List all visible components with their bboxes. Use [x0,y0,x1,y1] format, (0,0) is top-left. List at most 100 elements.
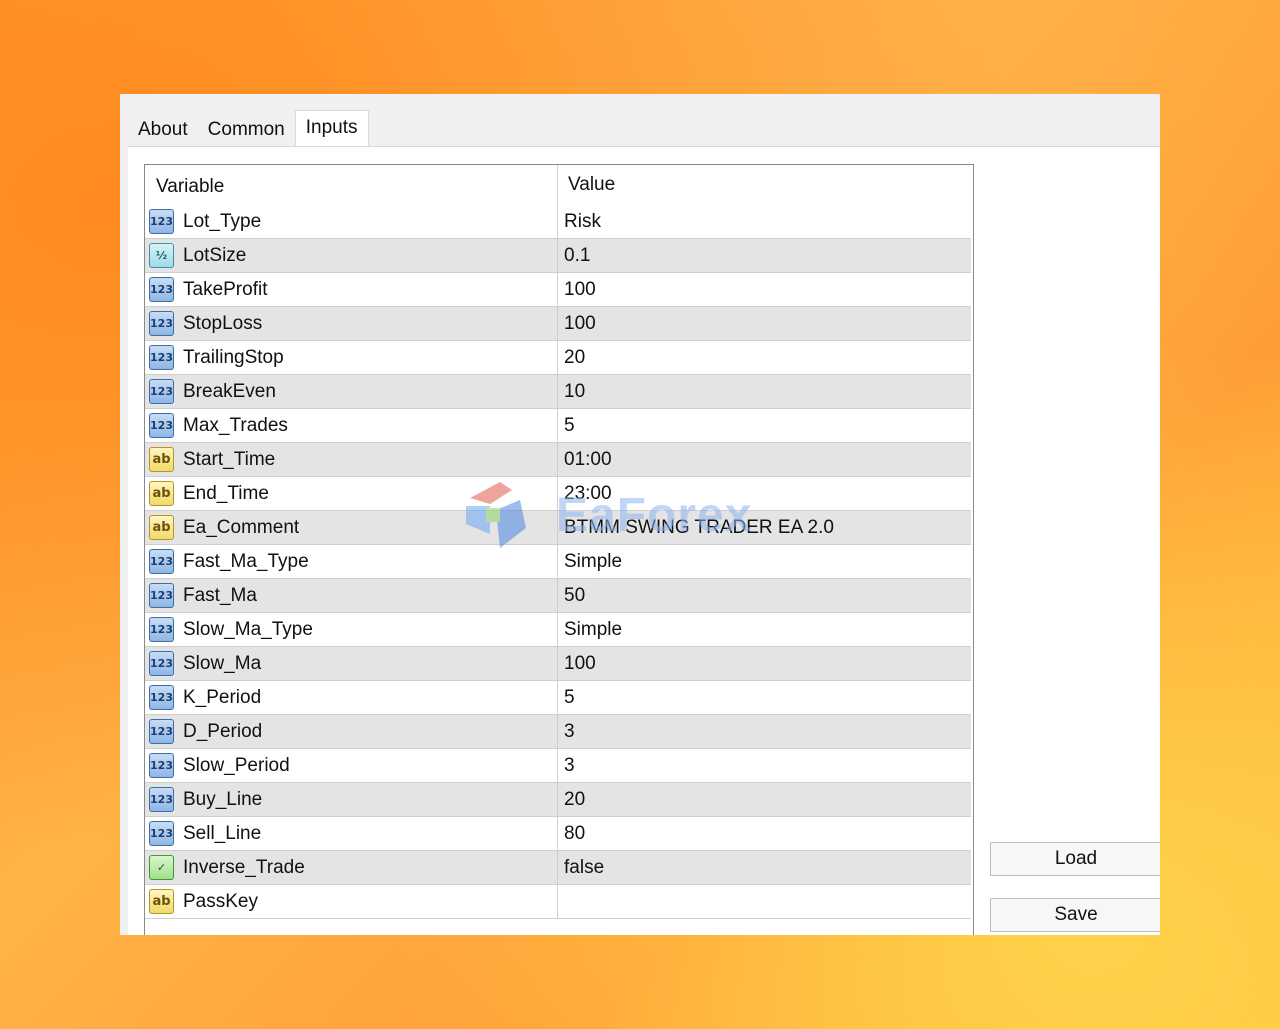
column-header-variable[interactable]: Variable [145,165,558,205]
value-cell[interactable]: false [558,851,604,884]
variable-cell: ab Start_Time [145,443,558,476]
integer-type-icon: 123 [149,617,174,642]
table-row[interactable]: ½ LotSize 0.1 [145,239,971,273]
integer-type-icon: 123 [149,685,174,710]
variable-cell: 123 BreakEven [145,375,558,408]
variable-cell: 123 K_Period [145,681,558,714]
value-cell[interactable]: 23:00 [558,477,612,510]
table-row[interactable]: ab PassKey [145,885,971,919]
variable-cell: 123 StopLoss [145,307,558,340]
boolean-type-icon: ✓ [149,855,174,880]
grid-header: Variable Value [145,165,973,205]
table-row[interactable]: 123 TrailingStop 20 [145,341,971,375]
table-row[interactable]: 123 Slow_Ma_Type Simple [145,613,971,647]
variable-cell: 123 Slow_Period [145,749,558,782]
value-cell[interactable]: 5 [558,681,575,714]
value-cell[interactable]: 100 [558,273,596,306]
save-button[interactable]: Save [990,898,1160,932]
table-row[interactable]: 123 Slow_Ma 100 [145,647,971,681]
value-cell[interactable]: 100 [558,307,596,340]
table-row[interactable]: 123 TakeProfit 100 [145,273,971,307]
load-button[interactable]: Load [990,842,1160,876]
table-row[interactable]: 123 Fast_Ma 50 [145,579,971,613]
variable-cell: 123 Buy_Line [145,783,558,816]
table-row[interactable]: 123 Sell_Line 80 [145,817,971,851]
variable-cell: 123 TrailingStop [145,341,558,374]
variable-name: StopLoss [183,312,263,334]
value-cell[interactable]: 0.1 [558,239,590,272]
grid-rows: 123 Lot_Type Risk ½ LotSize 0.1 123 TakeProfit 1… [145,205,973,919]
value-cell[interactable]: 3 [558,715,575,748]
integer-type-icon: 123 [149,583,174,608]
string-type-icon: ab [149,481,174,506]
variable-name: Max_Trades [183,414,288,436]
value-cell[interactable]: Simple [558,545,622,578]
variable-name: TakeProfit [183,278,268,300]
value-cell[interactable] [558,885,564,918]
table-row[interactable]: 123 Lot_Type Risk [145,205,971,239]
table-row[interactable]: 123 Max_Trades 5 [145,409,971,443]
variable-name: D_Period [183,720,263,742]
variable-cell: ✓ Inverse_Trade [145,851,558,884]
table-row[interactable]: 123 Buy_Line 20 [145,783,971,817]
table-row[interactable]: 123 Fast_Ma_Type Simple [145,545,971,579]
value-cell[interactable]: 10 [558,375,585,408]
variable-name: Ea_Comment [183,516,300,538]
variable-name: PassKey [183,890,258,912]
tab-about[interactable]: About [128,114,198,146]
value-cell[interactable]: 80 [558,817,585,850]
variable-name: Slow_Ma [183,652,262,674]
tab-common[interactable]: Common [198,114,295,146]
variable-name: Slow_Ma_Type [183,618,313,640]
value-cell[interactable]: 20 [558,341,585,374]
variable-name: BreakEven [183,380,276,402]
variable-name: Buy_Line [183,788,263,810]
variable-cell: 123 Max_Trades [145,409,558,442]
table-row[interactable]: 123 K_Period 5 [145,681,971,715]
string-type-icon: ab [149,515,174,540]
table-row[interactable]: 123 D_Period 3 [145,715,971,749]
ea-properties-dialog: About Common Inputs Variable Value 123 Lo… [120,94,1160,935]
value-cell[interactable]: 01:00 [558,443,612,476]
value-cell[interactable]: 20 [558,783,585,816]
variable-cell: 123 TakeProfit [145,273,558,306]
variable-cell: ab End_Time [145,477,558,510]
table-row[interactable]: 123 StopLoss 100 [145,307,971,341]
table-row[interactable]: 123 Slow_Period 3 [145,749,971,783]
variable-name: Inverse_Trade [183,856,305,878]
variable-cell: 123 Slow_Ma_Type [145,613,558,646]
value-cell[interactable]: 50 [558,579,585,612]
value-cell[interactable]: 5 [558,409,575,442]
table-row[interactable]: ab Start_Time 01:00 [145,443,971,477]
value-cell[interactable]: 100 [558,647,596,680]
variable-name: Fast_Ma [183,584,257,606]
integer-type-icon: 123 [149,651,174,676]
string-type-icon: ab [149,889,174,914]
integer-type-icon: 123 [149,413,174,438]
variable-name: Start_Time [183,448,276,470]
variable-name: End_Time [183,482,269,504]
variable-cell: 123 Slow_Ma [145,647,558,680]
value-cell[interactable]: Risk [558,205,601,238]
value-cell[interactable]: 3 [558,749,575,782]
table-row[interactable]: 123 BreakEven 10 [145,375,971,409]
table-row[interactable]: ab End_Time 23:00 [145,477,971,511]
table-row[interactable]: ✓ Inverse_Trade false [145,851,971,885]
integer-type-icon: 123 [149,549,174,574]
integer-type-icon: 123 [149,311,174,336]
value-cell[interactable]: BTMM SWING TRADER EA 2.0 [558,511,834,544]
value-cell[interactable]: Simple [558,613,622,646]
table-row[interactable]: ab Ea_Comment BTMM SWING TRADER EA 2.0 [145,511,971,545]
variable-name: Lot_Type [183,210,262,232]
integer-type-icon: 123 [149,209,174,234]
inputs-grid: Variable Value 123 Lot_Type Risk ½ LotSize 0.… [144,164,974,935]
variable-name: TrailingStop [183,346,284,368]
variable-name: Fast_Ma_Type [183,550,309,572]
variable-name: Sell_Line [183,822,262,844]
column-header-value[interactable]: Value [558,165,615,207]
variable-cell: 123 D_Period [145,715,558,748]
variable-cell: ab PassKey [145,885,558,918]
variable-name: K_Period [183,686,262,708]
tab-inputs[interactable]: Inputs [294,110,369,147]
integer-type-icon: 123 [149,719,174,744]
